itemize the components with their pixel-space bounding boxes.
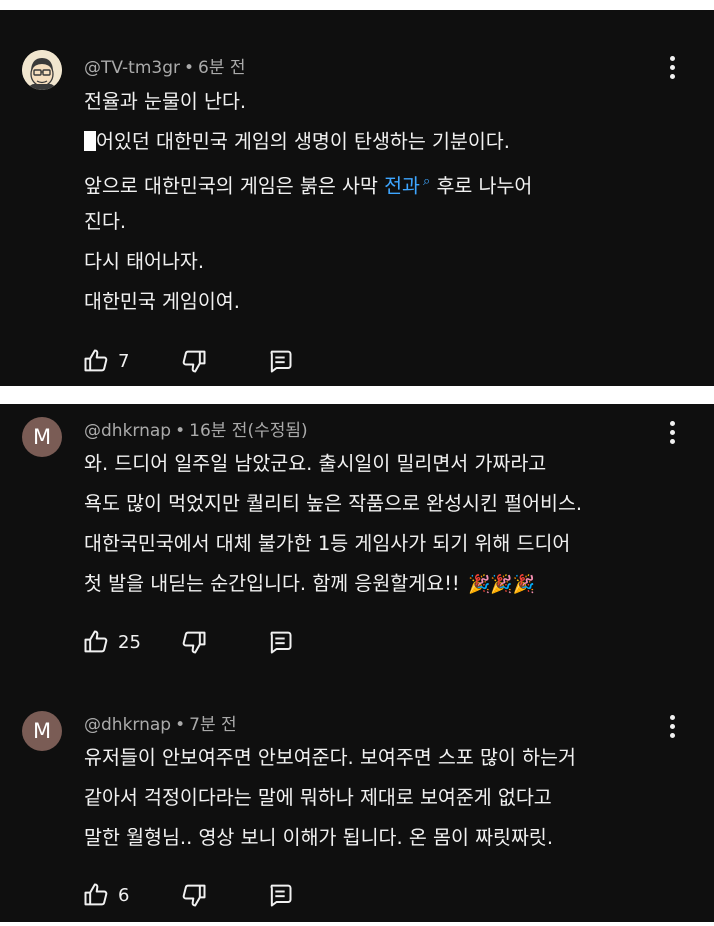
reply-comment-icon	[270, 884, 292, 907]
comment-menu-button[interactable]	[660, 54, 684, 84]
party-popper-emoji: 🎉🎉🎉	[467, 574, 536, 595]
thumbs-down-icon	[182, 350, 206, 373]
comment-text: 유저들이 안보여주면 안보여준다. 보여주면 스포 많이 하는거 같아서 걱정이…	[84, 738, 674, 858]
more-vert-icon	[670, 56, 675, 61]
comment-line: 어있던 대한민국 게임의 생명이 탄생하는 기분이다.	[84, 122, 674, 162]
comment-line: 대한민국 게임이여.	[84, 290, 240, 313]
comment-line: 진다.	[84, 210, 127, 233]
search-link[interactable]: 전과	[384, 175, 420, 198]
reply-button[interactable]	[266, 347, 296, 377]
comment-author[interactable]: @TV-tm3gr	[84, 58, 180, 78]
avatar[interactable]: M	[22, 417, 62, 457]
comment-line: 말한 월형님.. 영상 보니 이해가 됩니다. 온 몸이 짜릿짜릿.	[84, 826, 554, 849]
meta-separator: •	[175, 421, 186, 441]
reply-button[interactable]	[266, 628, 296, 658]
thumbs-up-icon	[84, 883, 108, 906]
like-button[interactable]: 25	[82, 628, 152, 658]
reply-button[interactable]	[266, 881, 296, 911]
avatar[interactable]: M	[22, 711, 62, 751]
comment-author[interactable]: @dhkrnap	[84, 715, 171, 735]
comment-author[interactable]: @dhkrnap	[84, 421, 171, 441]
comment-line: 첫 발을 내딛는 순간입니다. 함께 응원할게요!! 🎉🎉🎉	[84, 564, 674, 604]
reply-comment-icon	[270, 350, 292, 373]
comment-meta: @dhkrnap • 16분 전(수정됨)	[84, 416, 308, 441]
more-vert-icon	[670, 715, 675, 720]
thumbs-up-icon	[84, 630, 108, 653]
comment-panel: @TV-tm3gr • 6분 전 전율과 눈물이 난다. 어있던 대한민국 게임의 …	[0, 10, 714, 386]
dislike-button[interactable]	[180, 347, 210, 377]
comment-line: 와. 드디어 일주일 남았군요. 출시일이 밀리면서 가짜라고	[84, 452, 547, 475]
dislike-button[interactable]	[180, 628, 210, 658]
meta-separator: •	[175, 715, 186, 735]
like-count: 7	[118, 351, 130, 372]
comment-line: 같아서 걱정이다라는 말에 뭐하나 제대로 보여준게 없다고	[84, 786, 552, 809]
comment-line: 다시 태어나자.	[84, 250, 205, 273]
comment-time[interactable]: 6분 전	[198, 58, 246, 78]
comment-line: 유저들이 안보여주면 안보여준다. 보여주면 스포 많이 하는거	[84, 746, 576, 769]
comment-line: 대한국민국에서 대체 불가한 1등 게임사가 되기 위해 드디어	[84, 532, 571, 555]
like-count: 25	[118, 632, 141, 653]
reply-comment-icon	[270, 631, 292, 654]
like-button[interactable]: 7	[82, 347, 142, 377]
comment-line: 전율과 눈물이 난다.	[84, 90, 247, 113]
comment-line: 앞으로 대한민국의 게임은 붉은 사막 전과 ⌕ 후로 나누어	[84, 174, 533, 198]
like-button[interactable]: 6	[82, 881, 142, 911]
thumbs-down-icon	[182, 631, 206, 654]
dislike-button[interactable]	[180, 881, 210, 911]
thumbs-up-icon	[84, 349, 108, 372]
avatar-cartoon-icon	[22, 50, 62, 90]
text-cursor	[84, 131, 96, 151]
avatar[interactable]	[22, 50, 62, 90]
meta-separator: •	[183, 58, 195, 78]
comment-panel: M @dhkrnap • 16분 전(수정됨) 와. 드디어 일주일 남았군요. 출…	[0, 404, 714, 922]
thumbs-down-icon	[182, 884, 206, 907]
comment-time[interactable]: 7분 전	[189, 715, 237, 735]
comment-meta: @dhkrnap • 7분 전	[84, 710, 237, 735]
like-count: 6	[118, 885, 130, 906]
more-vert-icon	[670, 421, 675, 426]
comment-time[interactable]: 16분 전(수정됨)	[189, 421, 308, 441]
comment-text: 와. 드디어 일주일 남았군요. 출시일이 밀리면서 가짜라고 욕도 많이 먹었…	[84, 444, 674, 604]
comment-meta: @TV-tm3gr • 6분 전	[84, 53, 246, 78]
comment-line: 욕도 많이 먹었지만 퀄리티 높은 작품으로 완성시킨 펄어비스.	[84, 492, 583, 515]
comment-text: 전율과 눈물이 난다. 어있던 대한민국 게임의 생명이 탄생하는 기분이다. …	[84, 82, 674, 322]
